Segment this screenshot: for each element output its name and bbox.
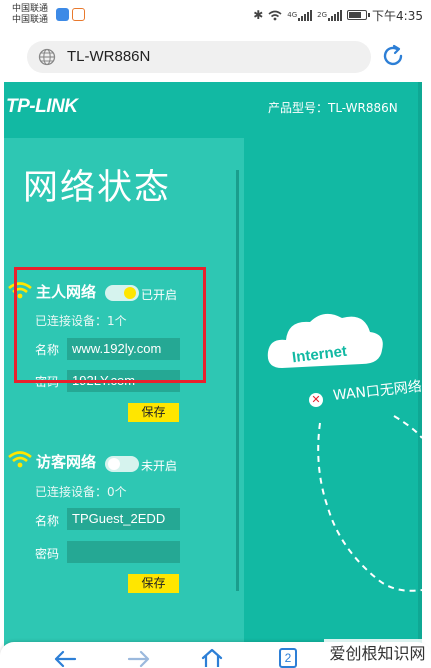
panel-divider xyxy=(236,170,239,591)
tabs-button[interactable]: 2 xyxy=(279,648,297,668)
status-bar: 中国联通 中国联通 ✱ 4G 2G 下午4:35 xyxy=(0,0,431,30)
network-type-2: 2G xyxy=(317,11,328,19)
guest-name-label: 名称 xyxy=(35,514,60,528)
page-title: 网络状态 xyxy=(23,168,172,208)
signal-1-icon xyxy=(298,9,313,21)
error-x-icon: ✕ xyxy=(309,393,323,407)
router-header: TP-LINK 产品型号：TL-WR886N xyxy=(4,82,422,138)
browser-toolbar: TL-WR886N xyxy=(0,30,431,82)
guest-password-field[interactable] xyxy=(67,541,180,563)
highlight-box xyxy=(14,267,206,383)
guest-network-state: 未开启 xyxy=(141,459,178,473)
battery-icon xyxy=(347,10,371,20)
guest-network-toggle[interactable] xyxy=(105,456,139,472)
reload-icon[interactable] xyxy=(380,43,406,69)
clock: 下午4:35 xyxy=(372,8,423,23)
model-label: 产品型号：TL-WR886N xyxy=(268,101,398,115)
guest-save-button[interactable]: 保存 xyxy=(128,574,179,593)
connection-line xyxy=(317,422,422,592)
watermark: 爱创根知识网 xyxy=(324,639,431,668)
forward-arrow-icon[interactable] xyxy=(127,649,151,667)
home-icon[interactable] xyxy=(200,647,224,667)
carrier-1-label: 中国联通 xyxy=(12,4,49,14)
app-notification-icon xyxy=(56,8,69,21)
url-text: TL-WR886N xyxy=(67,48,151,65)
carrier-2-label: 中国联通 xyxy=(12,15,49,25)
signal-2-icon xyxy=(328,9,343,21)
connection-line-top xyxy=(393,415,422,439)
guest-connected-devices: 已连接设备：0个 xyxy=(35,485,127,499)
battery-level xyxy=(349,12,362,18)
host-save-button[interactable]: 保存 xyxy=(128,403,179,422)
wifi-signal-icon xyxy=(268,10,282,20)
guest-password-label: 密码 xyxy=(35,547,60,561)
address-bar[interactable]: TL-WR886N xyxy=(27,41,371,73)
network-status-panel: 网络状态 主人网络 已开启 已连接设备：1个 名称 www.192ly.com … xyxy=(4,138,244,647)
bluetooth-icon: ✱ xyxy=(253,8,264,22)
back-arrow-icon[interactable] xyxy=(53,649,77,667)
weibo-notification-icon xyxy=(72,8,85,21)
guest-network-title: 访客网络 xyxy=(36,453,97,471)
network-type-1: 4G xyxy=(287,11,298,19)
tplink-logo: TP-LINK xyxy=(6,96,78,117)
guest-ssid-field[interactable]: TPGuest_2EDD xyxy=(67,508,180,530)
globe-icon xyxy=(38,48,56,66)
wifi-icon xyxy=(8,451,32,468)
